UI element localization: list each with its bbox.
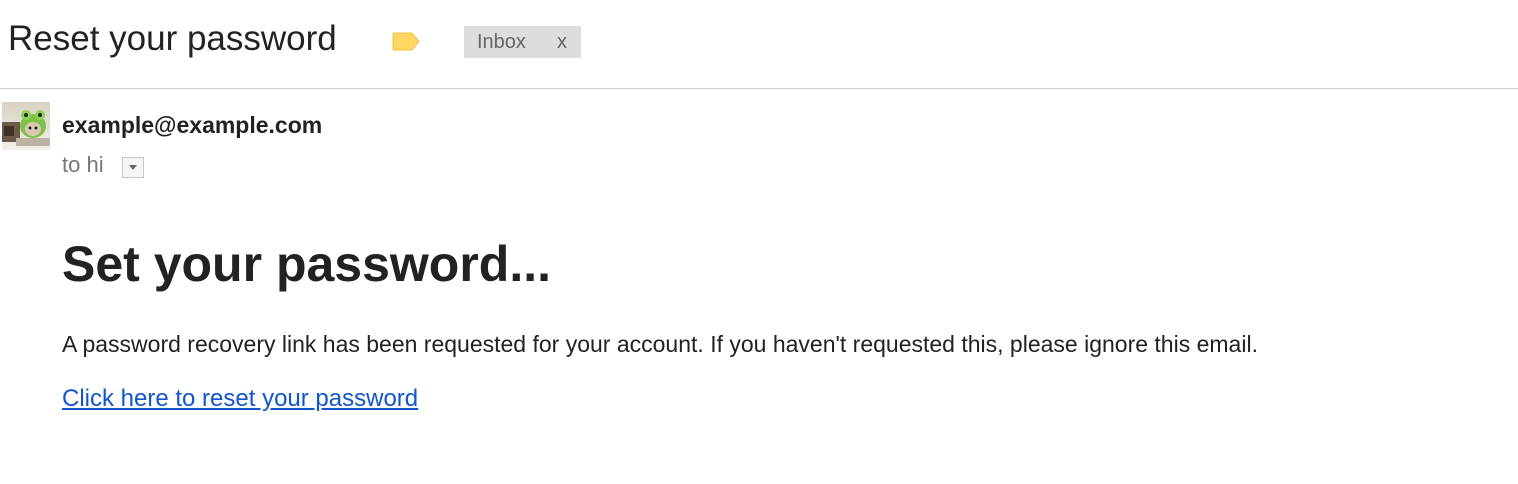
recipient-line: to hi — [62, 152, 104, 177]
label-tag-icon[interactable] — [392, 32, 420, 51]
email-subject: Reset your password — [8, 19, 337, 58]
sender-address[interactable]: example@example.com — [62, 112, 322, 139]
sender-avatar[interactable] — [2, 102, 50, 150]
email-body-paragraph: A password recovery link has been reques… — [62, 331, 1258, 357]
email-header: Reset your password Inbox x — [0, 0, 1518, 89]
frog-avatar-icon — [2, 102, 50, 150]
inbox-label-chip: Inbox x — [464, 26, 581, 58]
email-body-heading: Set your password... — [62, 236, 552, 292]
chevron-down-icon — [129, 165, 137, 170]
remove-label-button[interactable]: x — [557, 26, 567, 58]
reset-password-link[interactable]: Click here to reset your password — [62, 384, 418, 414]
show-details-button[interactable] — [122, 157, 144, 178]
inbox-label-text[interactable]: Inbox — [477, 26, 526, 58]
